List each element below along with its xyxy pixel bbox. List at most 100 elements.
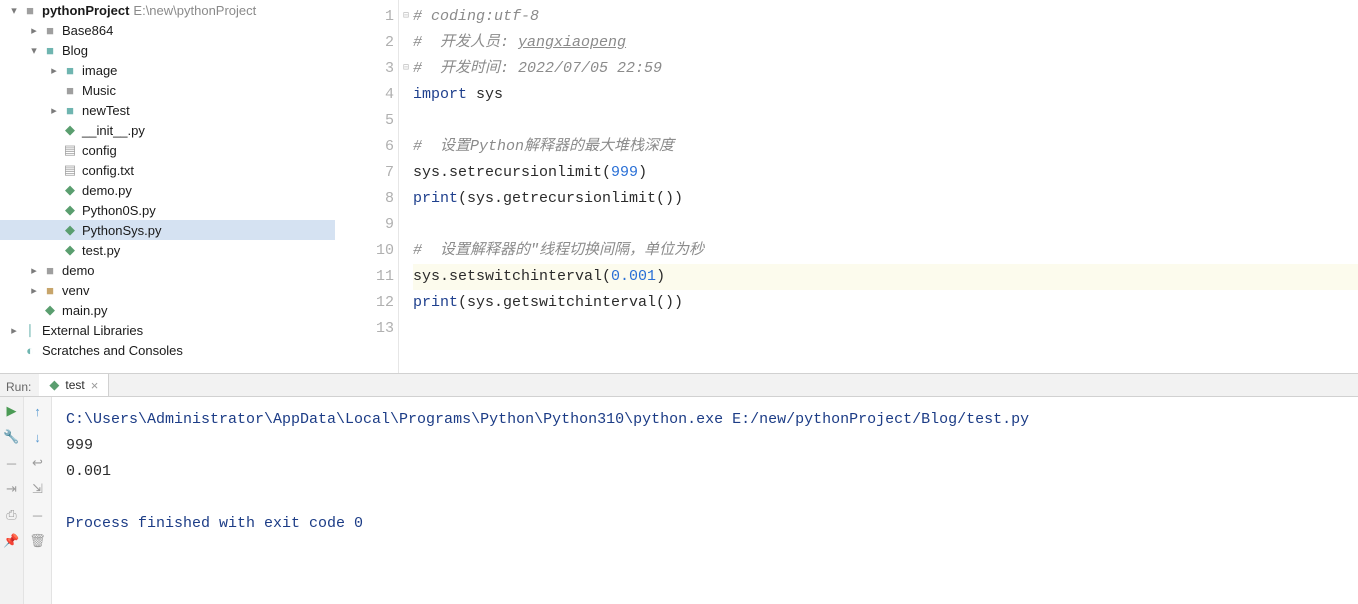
code-token: 999	[611, 160, 638, 186]
tree-item-label: demo	[62, 263, 95, 278]
line-number: 7	[335, 160, 394, 186]
run-tab[interactable]: ◆ test ×	[39, 374, 109, 396]
tree-item[interactable]: ◆PythonSys.py	[0, 220, 335, 240]
line-number: 4	[335, 82, 394, 108]
tree-item[interactable]: ◆ Python0S.py	[0, 200, 335, 220]
tree-item[interactable]: ◐ Scratches and Consoles	[0, 340, 335, 360]
code-line[interactable]	[413, 212, 1358, 238]
py-icon: ◆	[62, 202, 78, 218]
code-line[interactable]: # 设置解释器的"线程切换间隔，单位为秒	[413, 238, 1358, 264]
chevron-right-icon: ▸	[26, 264, 42, 277]
fold-marker-icon	[399, 186, 413, 212]
tree-item-label: config.txt	[82, 163, 134, 178]
tree-item-label: config	[82, 143, 117, 158]
tree-item[interactable]: ▸■demo	[0, 260, 335, 280]
close-icon[interactable]: ×	[91, 378, 99, 393]
tree-item[interactable]: ▸■venv	[0, 280, 335, 300]
editor-content[interactable]: ⊟# coding:utf-8# 开发人员: yangxiaopeng⊟# 开发…	[399, 0, 1358, 373]
code-line[interactable]: ⊟# coding:utf-8	[413, 4, 1358, 30]
tree-item-label: __init__.py	[82, 123, 145, 138]
project-tree[interactable]: ▾ ■ pythonProject E:\new\pythonProject ▸…	[0, 0, 335, 373]
wrap-icon[interactable]: ↩	[28, 453, 48, 473]
settings-icon[interactable]: 🔧	[2, 427, 22, 447]
code-editor[interactable]: 12345678910111213 ⊟# coding:utf-8# 开发人员:…	[335, 0, 1358, 373]
fold-marker-icon	[399, 30, 413, 56]
divider-icon: ─	[28, 505, 48, 525]
code-line[interactable]	[413, 316, 1358, 342]
tree-item-label: Music	[82, 83, 116, 98]
console-line: 999	[66, 433, 1344, 459]
fold-marker-icon	[399, 290, 413, 316]
tree-item[interactable]: ▸■image	[0, 60, 335, 80]
fold-marker-icon	[399, 212, 413, 238]
tree-item-label: Base864	[62, 23, 113, 38]
chevron-right-icon: ▸	[26, 24, 42, 37]
code-line[interactable]: # 开发人员: yangxiaopeng	[413, 30, 1358, 56]
code-line[interactable]: # 设置Python解释器的最大堆栈深度	[413, 134, 1358, 160]
tree-item[interactable]: ▸■Base864	[0, 20, 335, 40]
line-number: 1	[335, 4, 394, 30]
code-line[interactable]	[413, 108, 1358, 134]
scroll-icon[interactable]: ⇲	[28, 479, 48, 499]
tree-item[interactable]: ◆test.py	[0, 240, 335, 260]
python-icon: ◆	[49, 377, 59, 393]
code-token: sys.setswitchinterval(	[413, 264, 611, 290]
step-icon[interactable]: ⇥	[2, 479, 22, 499]
project-root[interactable]: ▾ ■ pythonProject E:\new\pythonProject	[0, 0, 335, 20]
tree-item[interactable]: ■Music	[0, 80, 335, 100]
tree-item-label: test.py	[82, 243, 120, 258]
run-label: Run:	[0, 377, 39, 394]
code-token: )	[656, 264, 665, 290]
tree-item-label: image	[82, 63, 117, 78]
code-line[interactable]: ⊟# 开发时间: 2022/07/05 22:59	[413, 56, 1358, 82]
tree-item-label: venv	[62, 283, 89, 298]
tree-item[interactable]: ▸❘External Libraries	[0, 320, 335, 340]
divider-icon: ─	[2, 453, 22, 473]
tree-item[interactable]: ▾■Blog	[0, 40, 335, 60]
console-line: 0.001	[66, 459, 1344, 485]
code-token: 0.001	[611, 264, 656, 290]
arrow-up-icon[interactable]: ↑	[28, 401, 48, 421]
line-number: 3	[335, 56, 394, 82]
chevron-right-icon: ▸	[26, 284, 42, 297]
code-token: yangxiaopeng	[518, 30, 626, 56]
fold-marker-icon	[399, 238, 413, 264]
tree-item[interactable]: ◆main.py	[0, 300, 335, 320]
console-output[interactable]: C:\Users\Administrator\AppData\Local\Pro…	[52, 397, 1358, 604]
tree-item[interactable]: ▤ config	[0, 140, 335, 160]
tree-item[interactable]: ▸■newTest	[0, 100, 335, 120]
line-number: 6	[335, 134, 394, 160]
tree-item[interactable]: ◆__init__.py	[0, 120, 335, 140]
code-token: (sys.getswitchinterval())	[458, 290, 683, 316]
scratch-icon: ◐	[22, 342, 38, 358]
code-line[interactable]: print(sys.getrecursionlimit())	[413, 186, 1358, 212]
project-name: pythonProject	[42, 3, 129, 18]
arrow-down-icon[interactable]: ↓	[28, 427, 48, 447]
tree-item-label: Scratches and Consoles	[42, 343, 183, 358]
tree-item-label: newTest	[82, 103, 130, 118]
code-line[interactable]: print(sys.getswitchinterval())	[413, 290, 1358, 316]
code-token: import	[413, 82, 476, 108]
code-line[interactable]: sys.setswitchinterval(0.001)	[413, 264, 1358, 290]
pin-icon[interactable]: 📌	[2, 531, 22, 551]
code-token: # 开发时间: 2022/07/05 22:59	[413, 56, 662, 82]
run-toolbar-2: ↑ ↓ ↩ ⇲ ─ 🗑	[24, 397, 52, 604]
code-token: print	[413, 186, 458, 212]
print-icon[interactable]: ⎙	[2, 505, 22, 525]
code-line[interactable]: sys.setrecursionlimit(999)	[413, 160, 1358, 186]
py-icon: ◆	[42, 302, 58, 318]
folder-icon: ■	[22, 2, 38, 18]
project-path: E:\new\pythonProject	[133, 3, 256, 18]
file-icon: ▤	[62, 142, 78, 158]
tree-item[interactable]: ◆demo.py	[0, 180, 335, 200]
chevron-right-icon: ▸	[46, 64, 62, 77]
tree-item-label: External Libraries	[42, 323, 143, 338]
tree-item[interactable]: ▤config.txt	[0, 160, 335, 180]
code-token: # 设置Python解释器的最大堆栈深度	[413, 134, 674, 160]
code-line[interactable]: import sys	[413, 82, 1358, 108]
trash-icon[interactable]: 🗑	[28, 531, 48, 551]
run-button[interactable]: ▶	[2, 401, 22, 421]
fold-marker-icon: ⊟	[399, 56, 413, 82]
tree-item-label: Python0S.py	[82, 203, 156, 218]
tree-item-label: demo.py	[82, 183, 132, 198]
